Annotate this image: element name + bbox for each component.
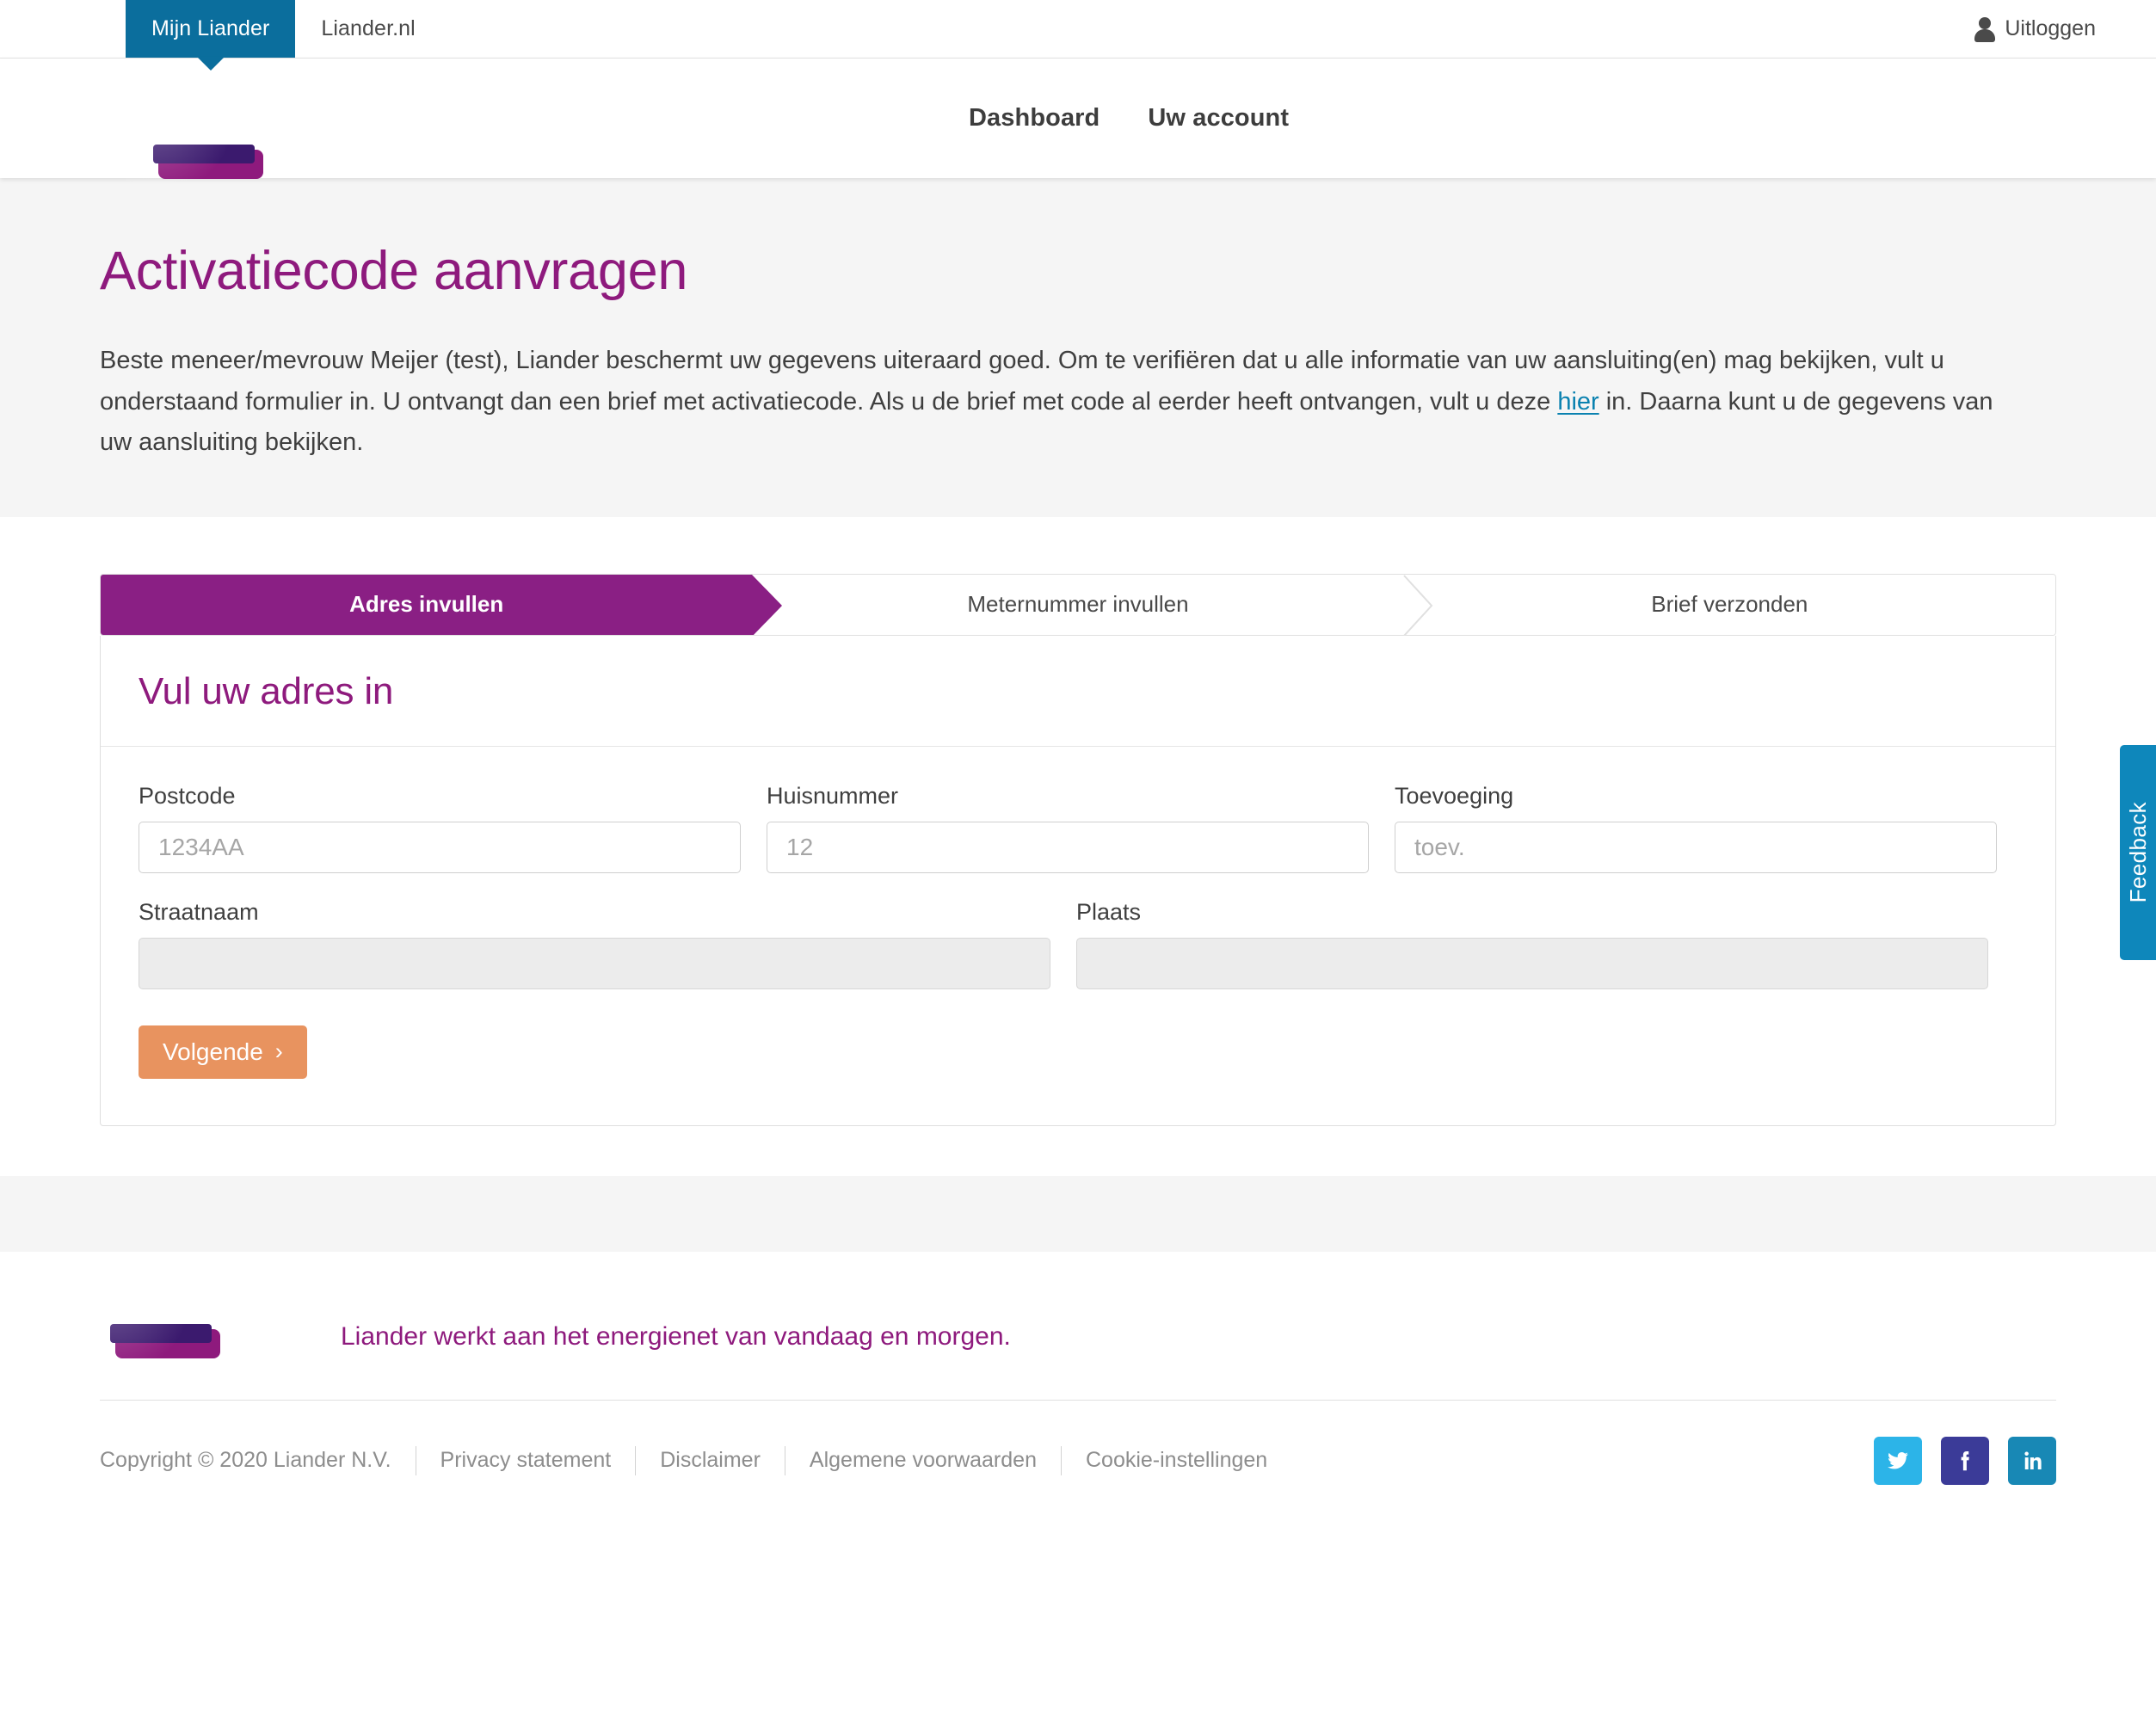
toevoeging-input[interactable] [1395,822,1997,873]
volgende-button-label: Volgende [163,1038,263,1066]
top-utility-bar: Mijn Liander Liander.nl Uitloggen [0,0,2156,59]
chevron-right-icon: › [275,1040,283,1063]
social-links [1874,1437,2056,1485]
facebook-icon[interactable] [1941,1437,1989,1485]
plaats-input [1076,938,1988,989]
volgende-button[interactable]: Volgende › [139,1025,307,1079]
top-tab-mijn-liander[interactable]: Mijn Liander [126,0,295,58]
top-tab-label: Liander.nl [321,16,415,41]
page-footer: Liander Liander werkt aan het energienet… [0,1252,2156,1485]
postcode-input[interactable] [139,822,741,873]
label-huisnummer: Huisnummer [767,783,1369,810]
twitter-icon[interactable] [1874,1437,1922,1485]
content-area: Adres invullen Meternummer invullen Brie… [0,517,2156,1252]
top-tab-label: Mijn Liander [151,16,269,41]
form-row-1: Postcode Huisnummer Toevoeging [139,783,2017,873]
footer-link-disclaimer[interactable]: Disclaimer [636,1448,785,1473]
page-title: Activatiecode aanvragen [100,240,2056,302]
huisnummer-input[interactable] [767,822,1369,873]
form-row-2: Straatnaam Plaats [139,899,2017,989]
straatnaam-input [139,938,1050,989]
footer-links: Copyright © 2020 Liander N.V. Privacy st… [100,1446,1291,1475]
footer-link-algemene-voorwaarden[interactable]: Algemene voorwaarden [785,1448,1061,1473]
top-tab-liander-nl[interactable]: Liander.nl [295,0,440,58]
footer-slogan: Liander werkt aan het energienet van van… [341,1322,1011,1352]
logout-button[interactable]: Uitloggen [1974,0,2156,58]
field-group-plaats: Plaats [1076,899,1988,989]
step-chevron-icon [1403,575,1434,635]
nav-dashboard[interactable]: Dashboard [969,104,1100,132]
field-group-toevoeging: Toevoeging [1395,783,1997,873]
top-tab-group: Mijn Liander Liander.nl [126,0,441,58]
label-straatnaam: Straatnaam [139,899,1050,926]
label-plaats: Plaats [1076,899,1988,926]
footer-copyright: Copyright © 2020 Liander N.V. [100,1448,416,1473]
step-label: Meternummer invullen [967,591,1188,618]
footer-link-privacy-statement[interactable]: Privacy statement [416,1448,636,1473]
feedback-tab-label: Feedback [2125,802,2152,902]
intro-paragraph: Beste meneer/mevrouw Meijer (test), Lian… [100,341,2010,464]
footer-link-cookie-instellingen[interactable]: Cookie-instellingen [1062,1448,1291,1473]
card-title: Vul uw adres in [139,670,2017,713]
step-brief-verzonden[interactable]: Brief verzonden [1404,575,2055,635]
card-header: Vul uw adres in [101,636,2055,747]
step-label: Brief verzonden [1651,591,1808,618]
step-label: Adres invullen [349,591,503,618]
step-adres-invullen[interactable]: Adres invullen [101,575,752,635]
label-toevoeging: Toevoeging [1395,783,1997,810]
field-group-huisnummer: Huisnummer [767,783,1369,873]
linkedin-icon[interactable] [2008,1437,2056,1485]
nav-uw-account[interactable]: Uw account [1148,104,1289,132]
section-spacer [0,1176,2156,1252]
field-group-straatnaam: Straatnaam [139,899,1050,989]
main-header: Liander Dashboard Uw account [0,59,2156,178]
progress-steps: Adres invullen Meternummer invullen Brie… [100,574,2056,636]
label-postcode: Postcode [139,783,741,810]
logout-label: Uitloggen [2005,16,2096,41]
main-navigation: Dashboard Uw account [969,104,1289,132]
field-group-postcode: Postcode [139,783,741,873]
user-icon [1974,16,1996,42]
address-form-card: Vul uw adres in Postcode Huisnummer Toev… [100,636,2056,1126]
footer-top: Liander Liander werkt aan het energienet… [100,1298,2056,1400]
footer-bottom: Copyright © 2020 Liander N.V. Privacy st… [100,1401,2056,1485]
activation-code-link[interactable]: hier [1557,388,1599,416]
card-body: Postcode Huisnummer Toevoeging Straatnaa [101,747,2055,1125]
feedback-tab[interactable]: Feedback [2120,745,2156,960]
step-meternummer-invullen[interactable]: Meternummer invullen [752,575,1403,635]
intro-section: Activatiecode aanvragen Beste meneer/mev… [0,178,2156,517]
